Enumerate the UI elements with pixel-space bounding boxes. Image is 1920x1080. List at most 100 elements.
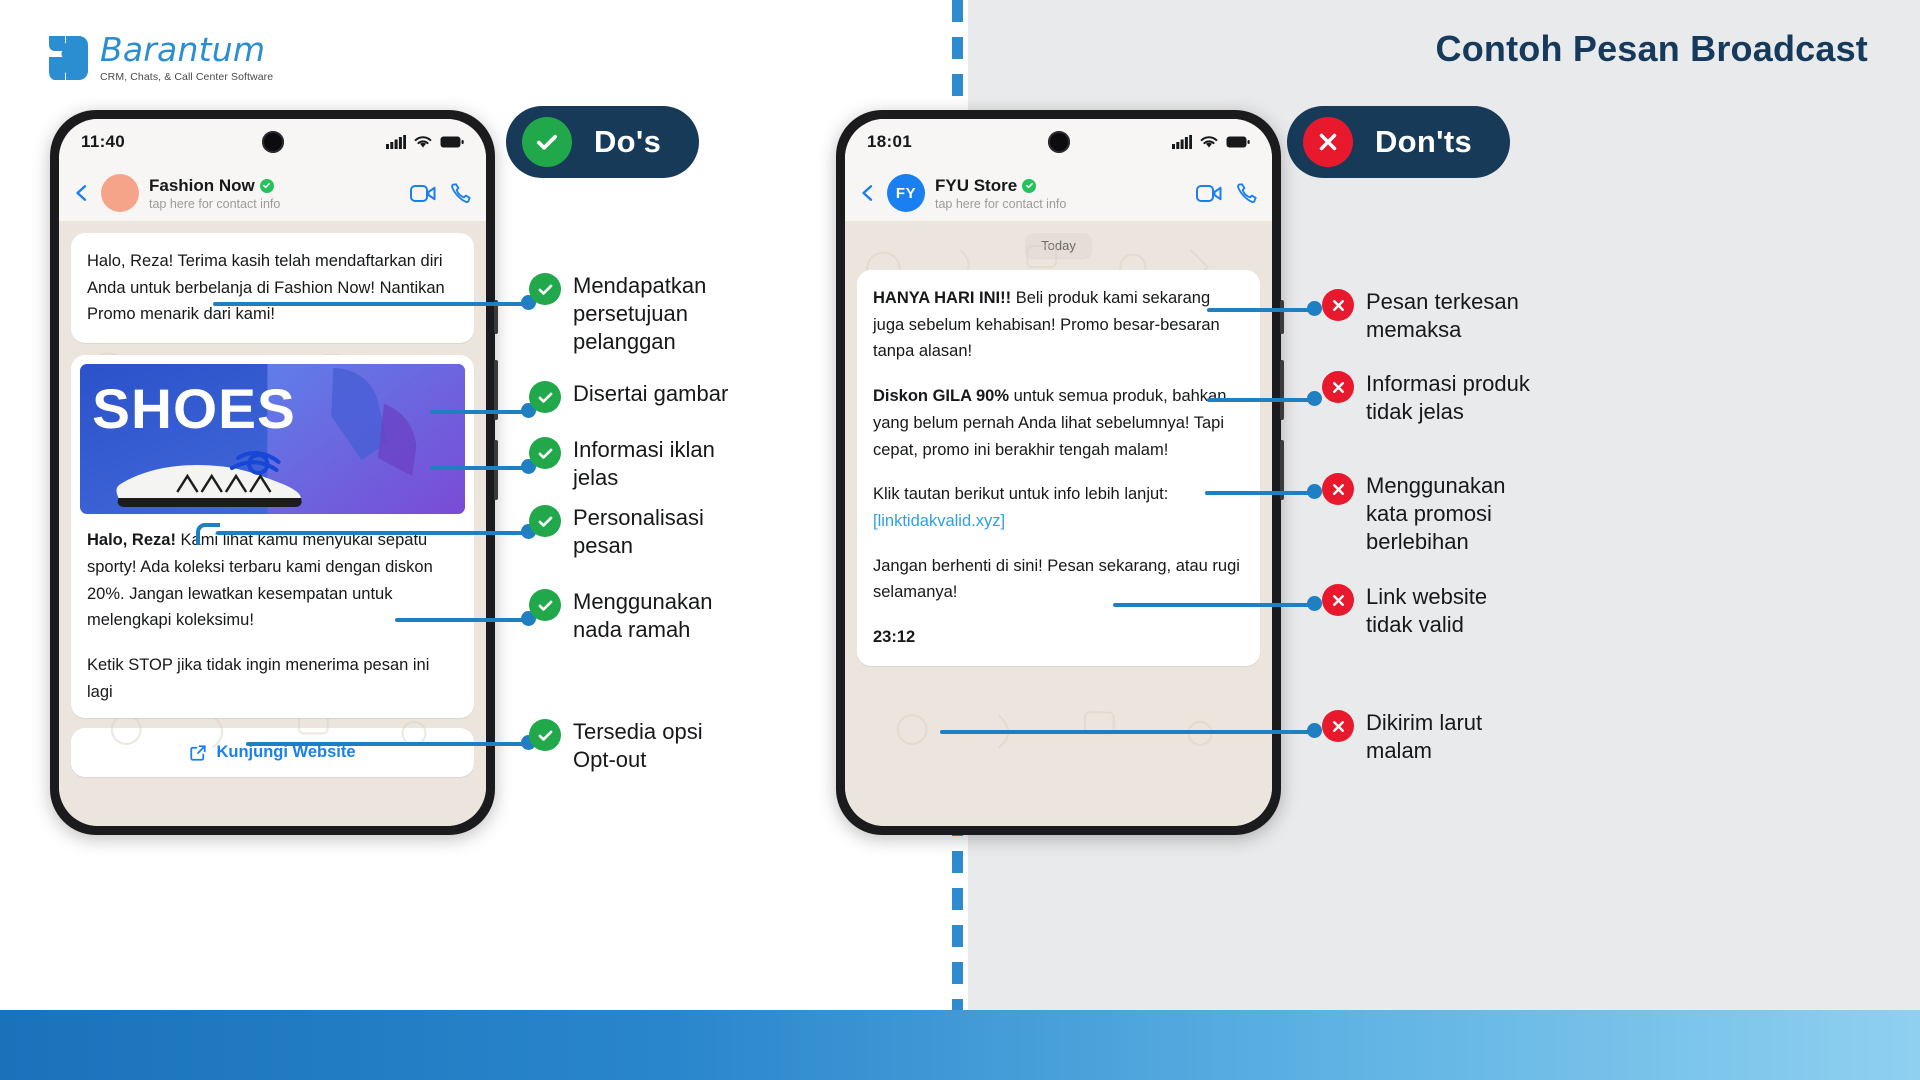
- dos-pill-label: Do's: [594, 124, 662, 159]
- x-circle-icon: [1322, 289, 1354, 321]
- contact-subtitle: tap here for contact info: [149, 196, 281, 211]
- battery-icon: [440, 136, 464, 148]
- leader-dot-donts-2: [1307, 391, 1322, 406]
- dos-item-2: Disertai gambar: [529, 380, 749, 413]
- check-circle-icon: [529, 589, 561, 621]
- x-circle-icon: [1303, 117, 1353, 167]
- barantum-logo-icon: [49, 36, 88, 80]
- x-circle-icon: [1322, 584, 1354, 616]
- contact-name: Fashion Now: [149, 175, 255, 195]
- dos-item-5: Menggunakan nada ramah: [529, 588, 729, 644]
- check-circle-icon: [529, 273, 561, 305]
- donts-pill: Don'ts: [1287, 106, 1510, 178]
- wifi-icon: [1200, 136, 1218, 148]
- check-circle-icon: [529, 381, 561, 413]
- invalid-link[interactable]: [linktidakvalid.xyz]: [873, 512, 1005, 530]
- leader-dot-donts-4: [1307, 596, 1322, 611]
- leader-line-dos-3: [430, 466, 531, 470]
- donts-phone-mockup: 18:01 FY FYU Store tap here for contact …: [836, 110, 1284, 835]
- promo-greeting-bold: Halo, Reza!: [87, 531, 176, 550]
- signal-bars-icon: [386, 135, 406, 149]
- brand-name: Barantum: [100, 30, 266, 69]
- back-chevron-icon[interactable]: [859, 184, 877, 202]
- leader-line-donts-5: [940, 730, 1317, 734]
- verified-badge-icon: [1022, 178, 1037, 193]
- dos-item-2-label: Disertai gambar: [573, 381, 729, 406]
- check-circle-icon: [522, 117, 572, 167]
- shoes-promo-image: SHOES: [80, 364, 465, 515]
- x-circle-icon: [1322, 371, 1354, 403]
- donts-item-4: Link website tidak valid: [1322, 583, 1517, 639]
- dos-item-1: Mendapatkan persetujuan pelanggan: [529, 272, 744, 356]
- donts-item-5: Dikirim larut malam: [1322, 709, 1517, 765]
- svg-text:SHOES: SHOES: [92, 377, 296, 440]
- leader-line-dos-1: [213, 302, 531, 306]
- brand-tagline: CRM, Chats, & Call Center Software: [100, 71, 274, 83]
- check-circle-icon: [529, 437, 561, 469]
- dos-item-4: Personalisasi pesan: [529, 504, 719, 560]
- spam-p1-bold: HANYA HARI INI!!: [873, 289, 1012, 307]
- status-bar: 11:40: [59, 119, 486, 165]
- donts-item-4-label: Link website tidak valid: [1366, 584, 1488, 638]
- video-call-icon[interactable]: [1196, 184, 1222, 203]
- bottom-gradient-bar: [0, 1010, 1920, 1080]
- contact-subtitle: tap here for contact info: [935, 196, 1067, 211]
- dos-item-6-label: Tersedia opsi Opt-out: [573, 719, 703, 773]
- dos-item-1-label: Mendapatkan persetujuan pelanggan: [573, 273, 707, 355]
- donts-pill-label: Don'ts: [1375, 124, 1472, 159]
- signal-bars-icon: [1172, 135, 1192, 149]
- donts-item-3-label: Menggunakan kata promosi berlebihan: [1366, 473, 1506, 555]
- leader-line-donts-1: [1207, 308, 1317, 312]
- infographic-root: Barantum CRM, Chats, & Call Center Softw…: [0, 0, 1920, 1080]
- wifi-icon: [414, 136, 432, 148]
- dos-item-3-label: Informasi iklan jelas: [573, 437, 715, 491]
- dos-item-4-label: Personalisasi pesan: [573, 505, 704, 559]
- status-time: 11:40: [81, 132, 126, 151]
- dos-pill: Do's: [506, 106, 700, 178]
- verified-badge-icon: [259, 178, 274, 193]
- spam-p3-pre: Klik tautan berikut untuk info lebih lan…: [873, 485, 1169, 504]
- leader-line-dos-5: [395, 618, 531, 622]
- chat-bubble-greeting: Halo, Reza! Terima kasih telah mendaftar…: [71, 233, 474, 344]
- battery-icon: [1226, 136, 1250, 148]
- chat-header: Fashion Now tap here for contact info: [59, 165, 486, 221]
- brand-logo: Barantum CRM, Chats, & Call Center Softw…: [45, 33, 273, 83]
- avatar[interactable]: FY: [887, 174, 925, 212]
- spam-p4: Jangan berhenti di sini! Pesan sekarang,…: [873, 556, 1240, 602]
- spam-timestamp: 23:12: [873, 628, 916, 647]
- leader-dot-donts-5: [1307, 723, 1322, 738]
- donts-item-1-label: Pesan terkesan memaksa: [1366, 289, 1519, 343]
- chat-bubble-promo: SHOES Halo, Reza! Kami lihat kamu menyuk…: [71, 355, 474, 719]
- check-circle-icon: [529, 505, 561, 537]
- leader-line-donts-4: [1113, 603, 1317, 607]
- page-title: Contoh Pesan Broadcast: [1435, 28, 1868, 69]
- spam-p2-bold: Diskon GILA 90%: [873, 387, 1010, 406]
- chat-body: Halo, Reza! Terima kasih telah mendaftar…: [59, 221, 486, 826]
- donts-item-2: Informasi produk tidak jelas: [1322, 370, 1547, 426]
- phone-call-icon[interactable]: [450, 182, 472, 204]
- x-circle-icon: [1322, 710, 1354, 742]
- dos-item-6: Tersedia opsi Opt-out: [529, 718, 719, 774]
- back-chevron-icon[interactable]: [73, 184, 91, 202]
- phone-call-icon[interactable]: [1236, 182, 1258, 204]
- status-bar: 18:01: [845, 119, 1272, 165]
- chat-header: FY FYU Store tap here for contact info: [845, 165, 1272, 221]
- dos-phone-mockup: 11:40 Fashion Now tap here for contact i…: [50, 110, 498, 835]
- leader-line-dos-6: [246, 742, 531, 746]
- donts-item-1: Pesan terkesan memaksa: [1322, 288, 1537, 344]
- donts-item-5-label: Dikirim larut malam: [1366, 710, 1483, 764]
- leader-line-dos-4: [216, 531, 531, 535]
- donts-item-2-label: Informasi produk tidak jelas: [1366, 371, 1530, 425]
- front-camera-icon: [1047, 131, 1070, 153]
- leader-line-donts-3: [1205, 491, 1317, 495]
- contact-name: FYU Store: [935, 175, 1018, 195]
- donts-item-3: Menggunakan kata promosi berlebihan: [1322, 472, 1527, 556]
- avatar[interactable]: [101, 174, 139, 212]
- video-call-icon[interactable]: [410, 184, 436, 203]
- dos-item-3: Informasi iklan jelas: [529, 436, 729, 492]
- leader-dot-donts-1: [1307, 301, 1322, 316]
- check-circle-icon: [529, 719, 561, 751]
- chat-bubble-promo-text: Halo, Reza! Kami lihat kamu menyukai sep…: [80, 514, 465, 705]
- front-camera-icon: [261, 131, 284, 153]
- status-time: 18:01: [867, 132, 912, 151]
